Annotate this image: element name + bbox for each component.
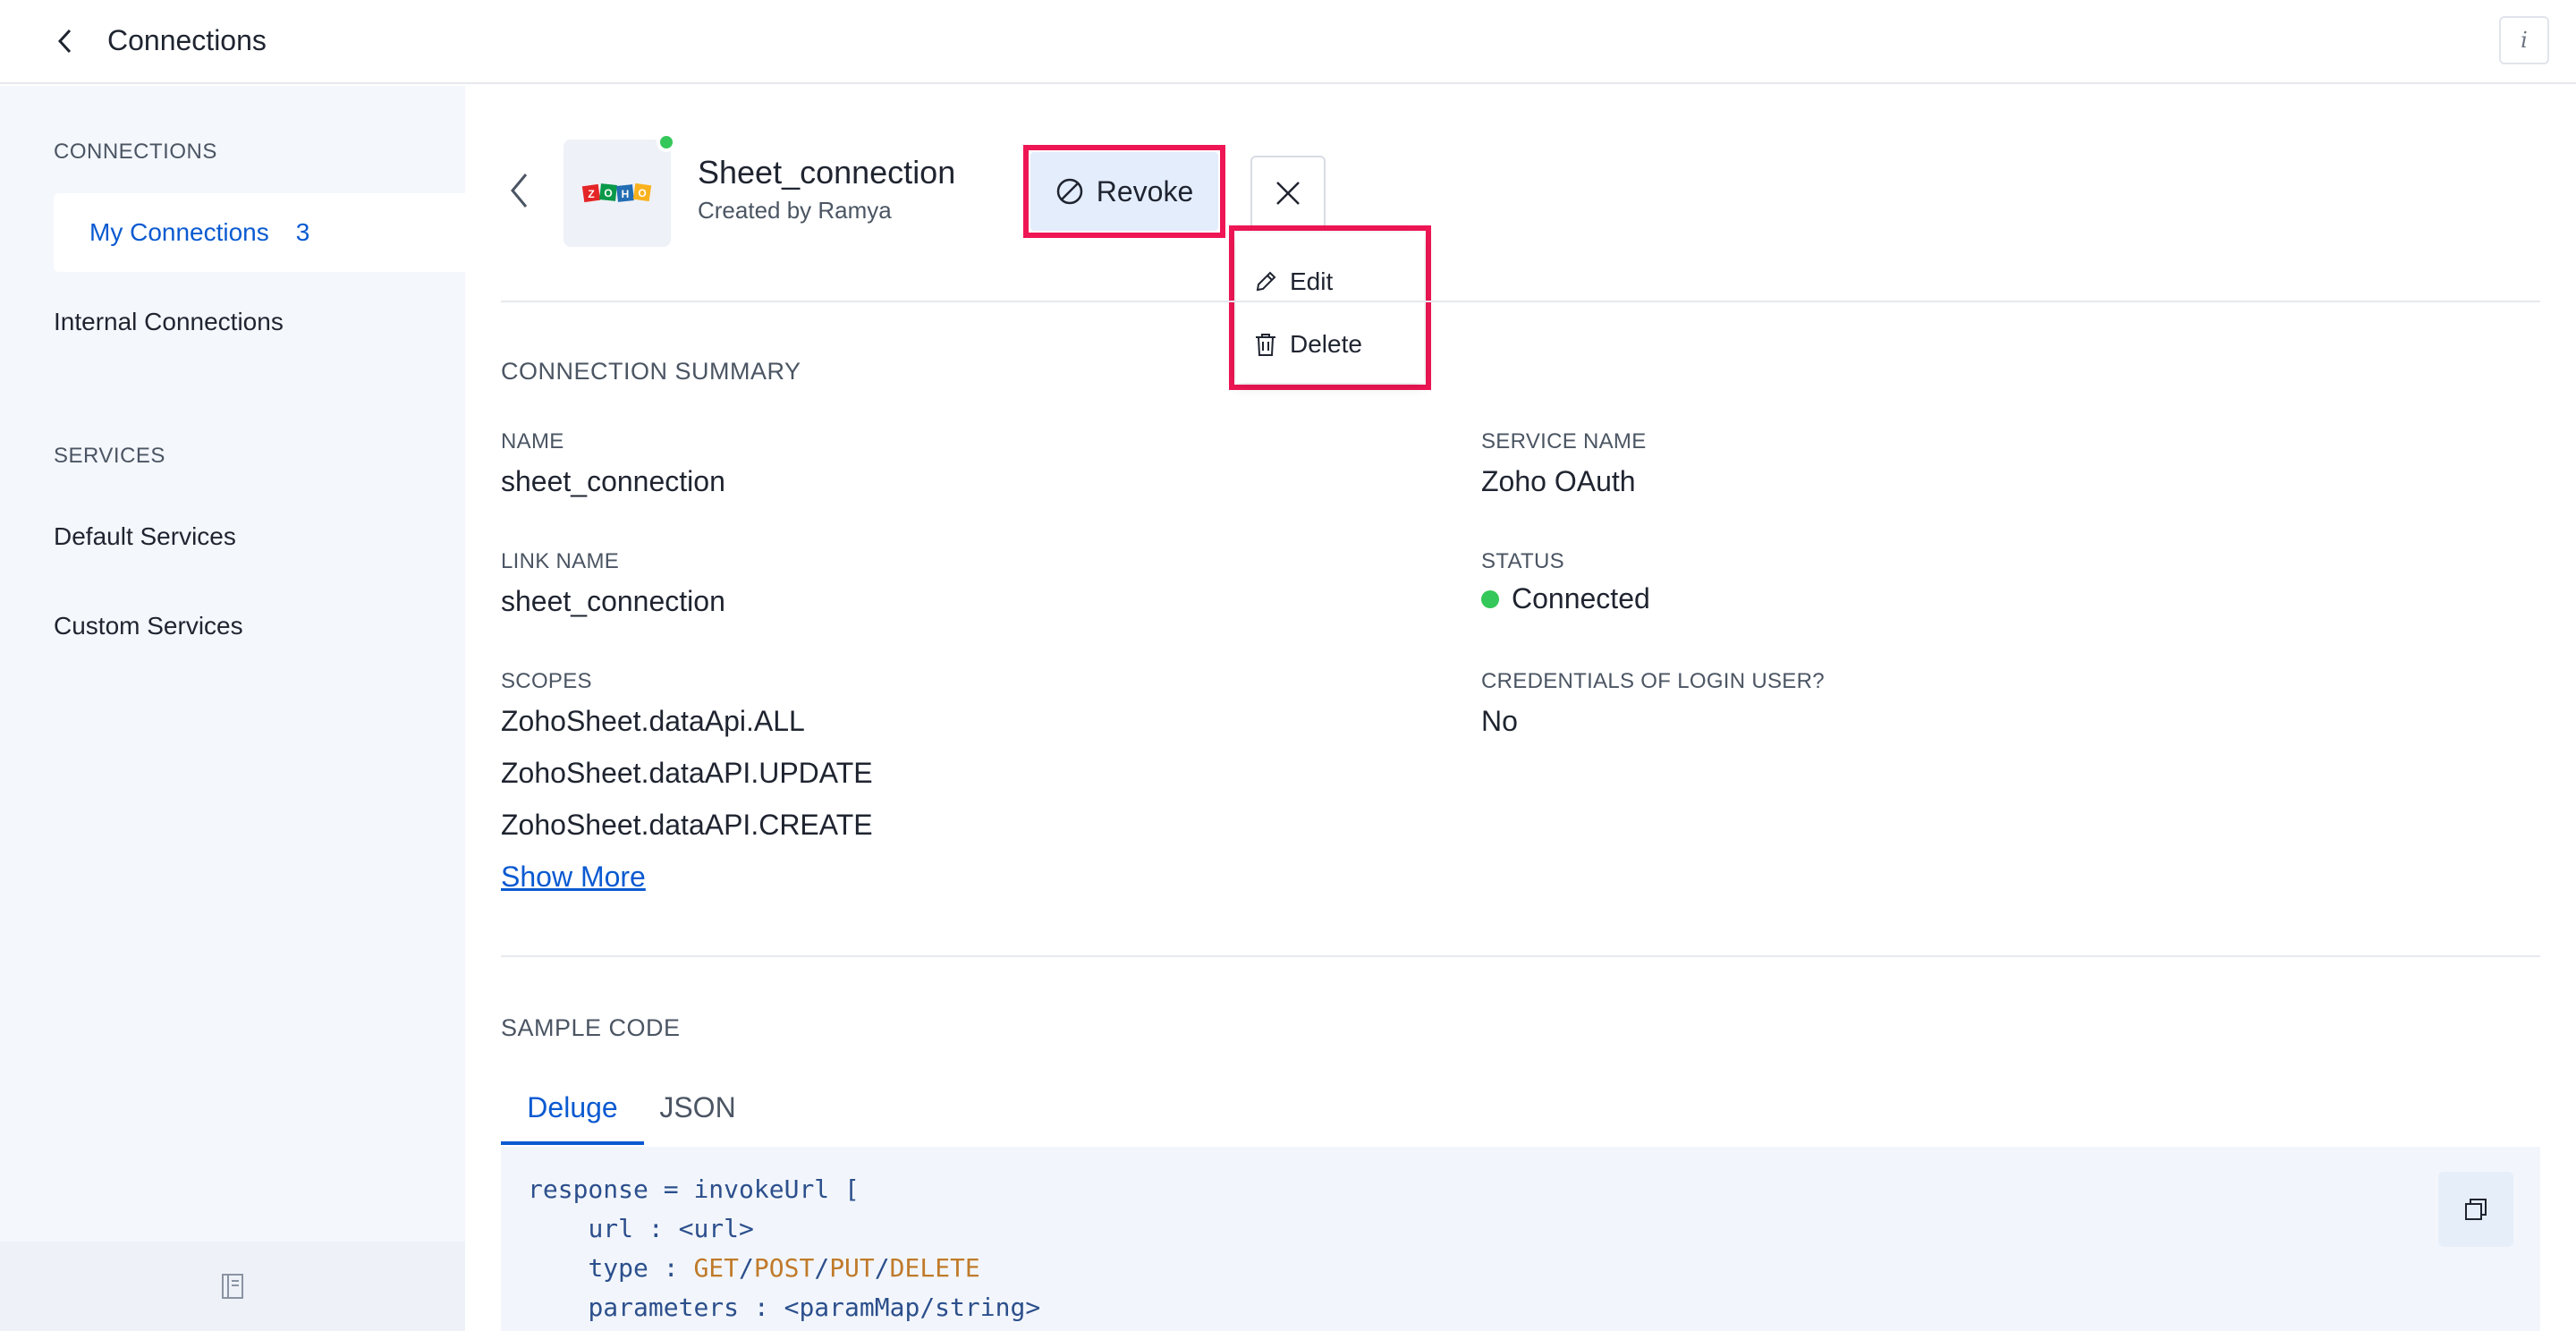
show-more-link[interactable]: Show More xyxy=(501,860,646,894)
sidebar-item-label: My Connections xyxy=(89,218,269,246)
menu-item-label: Edit xyxy=(1290,267,1334,295)
scope-item: ZohoSheet.dataApi.ALL xyxy=(501,705,805,737)
code-line: url : <url> xyxy=(588,1214,754,1243)
scopes-label: SCOPES xyxy=(501,669,592,693)
credentials-value: No xyxy=(1481,705,1518,737)
revoke-icon xyxy=(1056,178,1082,205)
chevron-left-icon xyxy=(511,174,528,208)
status-value: Connected xyxy=(1481,582,1650,615)
svg-text:Z: Z xyxy=(588,188,594,200)
service-logo: Z O H O xyxy=(564,140,671,247)
link-name-value: sheet_connection xyxy=(501,585,725,617)
close-button[interactable] xyxy=(1250,156,1326,231)
code-line: parameters : <paramMap/string> xyxy=(588,1293,1041,1322)
name-value: sheet_connection xyxy=(501,465,725,497)
trash-icon xyxy=(1256,334,1275,356)
actions-dropdown-menu: Edit Delete xyxy=(1236,233,1424,383)
chevron-left-icon xyxy=(57,29,72,54)
back-button[interactable] xyxy=(47,23,82,59)
service-name-label: SERVICE NAME xyxy=(1481,429,1647,454)
status-label: STATUS xyxy=(1481,549,1564,573)
summary-divider xyxy=(501,955,2540,957)
sidebar-item-internal-connections[interactable]: Internal Connections xyxy=(54,308,284,336)
connection-back-button[interactable] xyxy=(501,168,537,213)
tab-json[interactable]: JSON xyxy=(644,1088,751,1145)
close-icon xyxy=(1276,182,1300,205)
sample-code-title: SAMPLE CODE xyxy=(501,1014,681,1041)
connected-indicator xyxy=(657,132,676,152)
copy-code-button[interactable] xyxy=(2438,1172,2513,1247)
header-divider xyxy=(501,301,2540,302)
status-dot xyxy=(1481,589,1499,608)
book-icon[interactable] xyxy=(220,1273,245,1300)
credentials-label: CREDENTIALS OF LOGIN USER? xyxy=(1481,669,1825,693)
status-text: Connected xyxy=(1512,582,1650,615)
edit-icon xyxy=(1256,271,1276,292)
scope-item: ZohoSheet.dataAPI.UPDATE xyxy=(501,757,873,789)
service-name-value: Zoho OAuth xyxy=(1481,465,1636,497)
info-icon: i xyxy=(2521,28,2528,53)
connection-summary-title: CONNECTION SUMMARY xyxy=(501,358,801,385)
zoho-logo-icon: Z O H O xyxy=(581,182,652,203)
main-content: Z O H O Sheet_connection Created by Ramy… xyxy=(501,86,2540,1331)
svg-text:O: O xyxy=(638,187,646,199)
connection-count-badge: 3 xyxy=(295,218,310,246)
svg-text:H: H xyxy=(622,188,630,200)
name-label: NAME xyxy=(501,429,564,454)
code-block: response = invokeUrl [ url : <url> type … xyxy=(501,1147,2540,1331)
sidebar: CONNECTIONS My Connections 3 Internal Co… xyxy=(0,86,465,1331)
code-line: response = invokeUrl [ xyxy=(528,1174,860,1204)
page-title: Connections xyxy=(107,24,267,56)
scope-item: ZohoSheet.dataAPI.CREATE xyxy=(501,809,873,841)
svg-text:O: O xyxy=(604,187,612,199)
menu-item-label: Delete xyxy=(1290,330,1362,358)
revoke-button[interactable]: Revoke xyxy=(1030,152,1218,231)
connection-name: Sheet_connection xyxy=(698,154,956,191)
link-name-label: LINK NAME xyxy=(501,549,620,573)
sidebar-heading-connections: CONNECTIONS xyxy=(54,140,217,164)
menu-item-delete[interactable]: Delete xyxy=(1236,313,1424,376)
sidebar-footer xyxy=(0,1242,465,1331)
tab-deluge[interactable]: Deluge xyxy=(501,1088,644,1145)
revoke-label: Revoke xyxy=(1096,174,1194,208)
info-button[interactable]: i xyxy=(2499,16,2549,64)
copy-icon xyxy=(2465,1199,2487,1220)
sidebar-heading-services: SERVICES xyxy=(54,444,165,468)
top-bar: Connections i xyxy=(0,0,2576,84)
code-line: type : GET/POST/PUT/DELETE xyxy=(588,1253,980,1283)
sidebar-item-custom-services[interactable]: Custom Services xyxy=(54,612,243,640)
connection-creator: Created by Ramya xyxy=(698,197,892,224)
menu-item-edit[interactable]: Edit xyxy=(1236,250,1424,313)
sidebar-item-default-services[interactable]: Default Services xyxy=(54,522,236,551)
sidebar-item-my-connections[interactable]: My Connections 3 xyxy=(54,193,465,272)
